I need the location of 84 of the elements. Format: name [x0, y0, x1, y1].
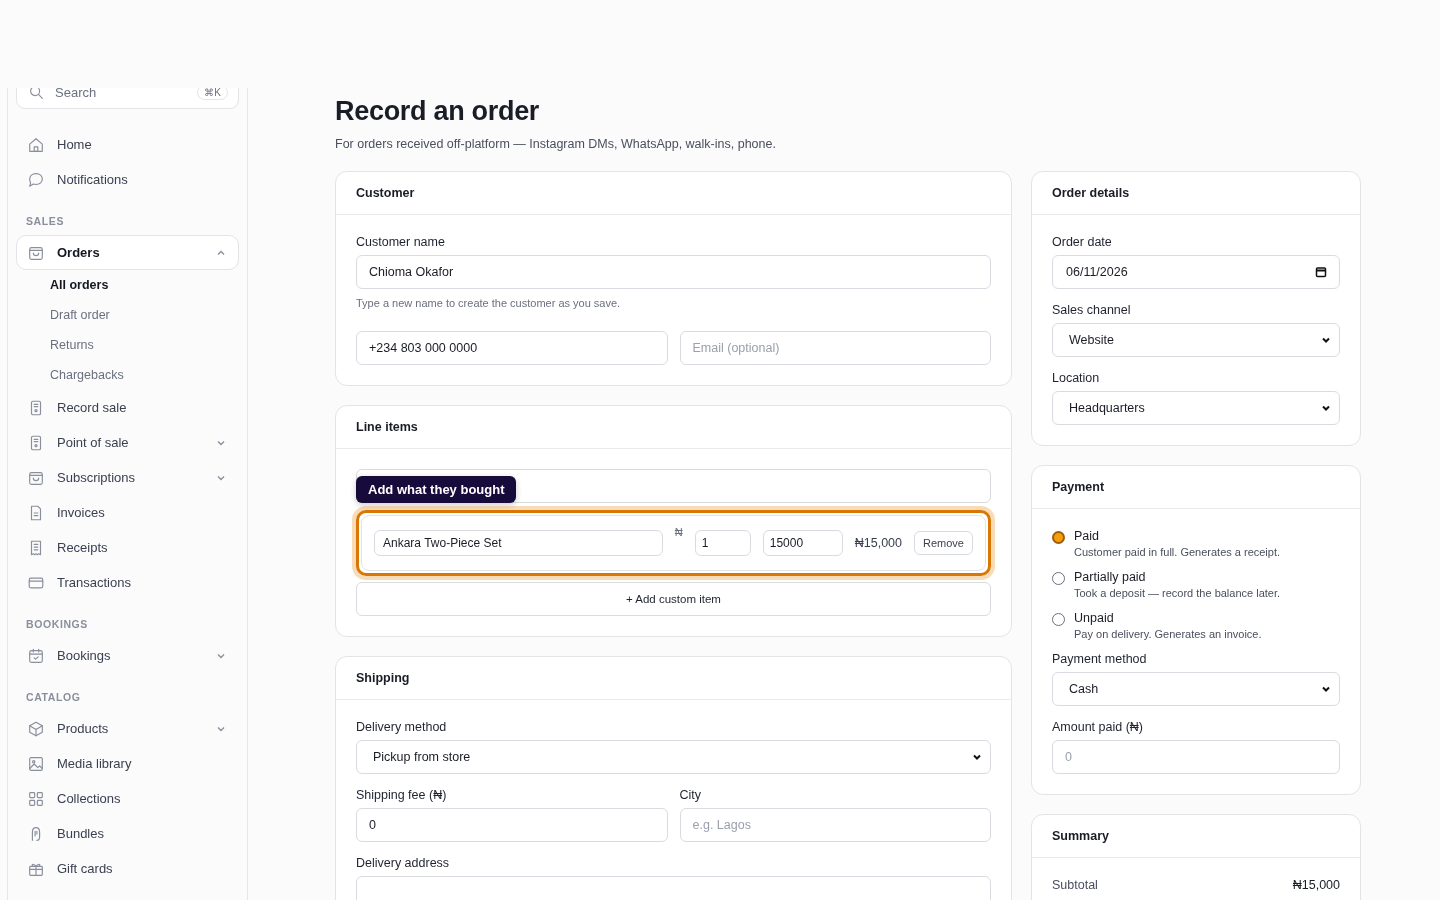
card-title: Order details — [1032, 172, 1360, 215]
email-field[interactable]: Email (optional) — [679, 331, 991, 365]
city-field[interactable]: e.g. Lagos — [679, 808, 991, 842]
house-icon — [27, 135, 45, 154]
radio-button[interactable] — [1052, 613, 1065, 626]
field-label: Customer name — [356, 235, 446, 249]
field-label: Location — [1052, 371, 1101, 385]
option-description: Customer paid in full. Generates a receipt. — [1074, 546, 1281, 558]
field-label: Delivery method — [356, 720, 448, 734]
field-label: Payment method — [1052, 652, 1148, 666]
line-total: ₦15,000 — [854, 536, 903, 550]
select-field[interactable]: Headquarters — [1052, 391, 1340, 425]
search-field[interactable]: Search ⌘K — [16, 88, 239, 109]
cube-icon — [27, 719, 45, 738]
phone-field[interactable]: +234 803 000 0000 — [356, 331, 668, 365]
section-heading: CATALOG — [25, 690, 82, 705]
nav-subitem[interactable]: Returns — [16, 330, 239, 360]
page-title: Record an order — [335, 96, 541, 127]
select-field[interactable]: Pickup from store — [356, 740, 991, 774]
field-label: Amount paid (₦) — [1052, 720, 1144, 734]
nav-item[interactable]: Record sale — [16, 390, 239, 425]
calendar-icon — [1315, 266, 1327, 278]
radio-button[interactable] — [1052, 531, 1065, 544]
section-heading: BOOKINGS — [25, 617, 89, 632]
card-title: Summary — [1032, 815, 1360, 858]
option-description: Took a deposit — record the balance later. — [1074, 587, 1281, 599]
nav-item[interactable]: Notifications — [16, 162, 239, 197]
field-hint: Type a new name to create the customer as you save. — [356, 297, 622, 309]
nav-item[interactable]: Gift cards — [16, 851, 239, 886]
customer-name-field[interactable]: Chioma Okafor — [356, 255, 991, 289]
card-title: Customer — [336, 172, 1011, 215]
chat-bubble-icon — [27, 170, 45, 189]
nav-item[interactable]: Subscriptions — [16, 460, 239, 495]
radio-button[interactable] — [1052, 572, 1065, 585]
chevron-icon — [1321, 335, 1331, 345]
remove-button[interactable]: Remove — [914, 531, 973, 555]
image-icon — [27, 754, 45, 773]
option-label: Unpaid — [1074, 611, 1115, 625]
date-field[interactable]: 06/11/2026 — [1052, 255, 1340, 289]
nav-item[interactable]: Invoices — [16, 495, 239, 530]
nav-subitem[interactable]: All orders — [16, 270, 239, 300]
field-label: Order date — [1052, 235, 1113, 249]
select-field[interactable]: Website — [1052, 323, 1340, 357]
summary-value: ₦15,000 — [1292, 878, 1340, 892]
summary-label: Subtotal — [1052, 878, 1098, 892]
search-icon — [27, 88, 45, 101]
chevron-icon — [1321, 403, 1331, 413]
item-name-field[interactable]: Ankara Two-Piece Set — [374, 530, 663, 556]
nav-subitem[interactable]: Draft order — [16, 300, 239, 330]
amount-field[interactable]: 0 — [1052, 740, 1340, 774]
shipping-fee-field[interactable]: 0 — [356, 808, 668, 842]
nav-item[interactable]: Media library — [16, 746, 239, 781]
tooltip: Add what they bought — [356, 476, 517, 503]
nav-item[interactable]: Point of sale — [16, 425, 239, 460]
card-title: Payment — [1032, 466, 1360, 509]
grid-icon — [27, 789, 45, 808]
quantity-field[interactable]: 1 — [694, 530, 751, 556]
calendar-icon — [27, 646, 45, 665]
chevron-icon — [1321, 684, 1331, 694]
nav-subitem[interactable]: Chargebacks — [16, 360, 239, 390]
currency-symbol: ₦ — [674, 526, 683, 538]
nav-item[interactable]: Collections — [16, 781, 239, 816]
page-subtitle: For orders received off-platform — Instagram DMs, WhatsApp, walk-ins, phone. — [335, 137, 777, 151]
card-title: Line items — [336, 406, 1011, 449]
field-label: Delivery address — [356, 856, 451, 870]
section-heading: SALES — [25, 214, 65, 229]
price-field[interactable]: 15000 — [762, 530, 843, 556]
nav-item[interactable]: Bookings — [16, 638, 239, 673]
nav-item[interactable]: Products — [16, 711, 239, 746]
field-label: Shipping fee (₦) — [356, 788, 448, 802]
nav-item[interactable]: Home — [16, 127, 239, 162]
nav-item[interactable]: Orders — [16, 235, 239, 270]
option-label: Partially paid — [1074, 570, 1147, 584]
nav-item[interactable]: Transactions — [16, 565, 239, 600]
option-description: Pay on delivery. Generates an invoice. — [1074, 628, 1262, 640]
field-label: Sales channel — [1052, 303, 1132, 317]
select-field[interactable]: Cash — [1052, 672, 1340, 706]
nav-item[interactable]: Bundles — [16, 816, 239, 851]
add-custom-item-button[interactable]: + Add custom item — [356, 582, 991, 616]
option-label: Paid — [1074, 529, 1101, 543]
card-title: Shipping — [336, 657, 1011, 700]
chevron-icon — [972, 752, 982, 762]
field-label: City — [679, 788, 703, 802]
nav-item[interactable]: Receipts — [16, 530, 239, 565]
